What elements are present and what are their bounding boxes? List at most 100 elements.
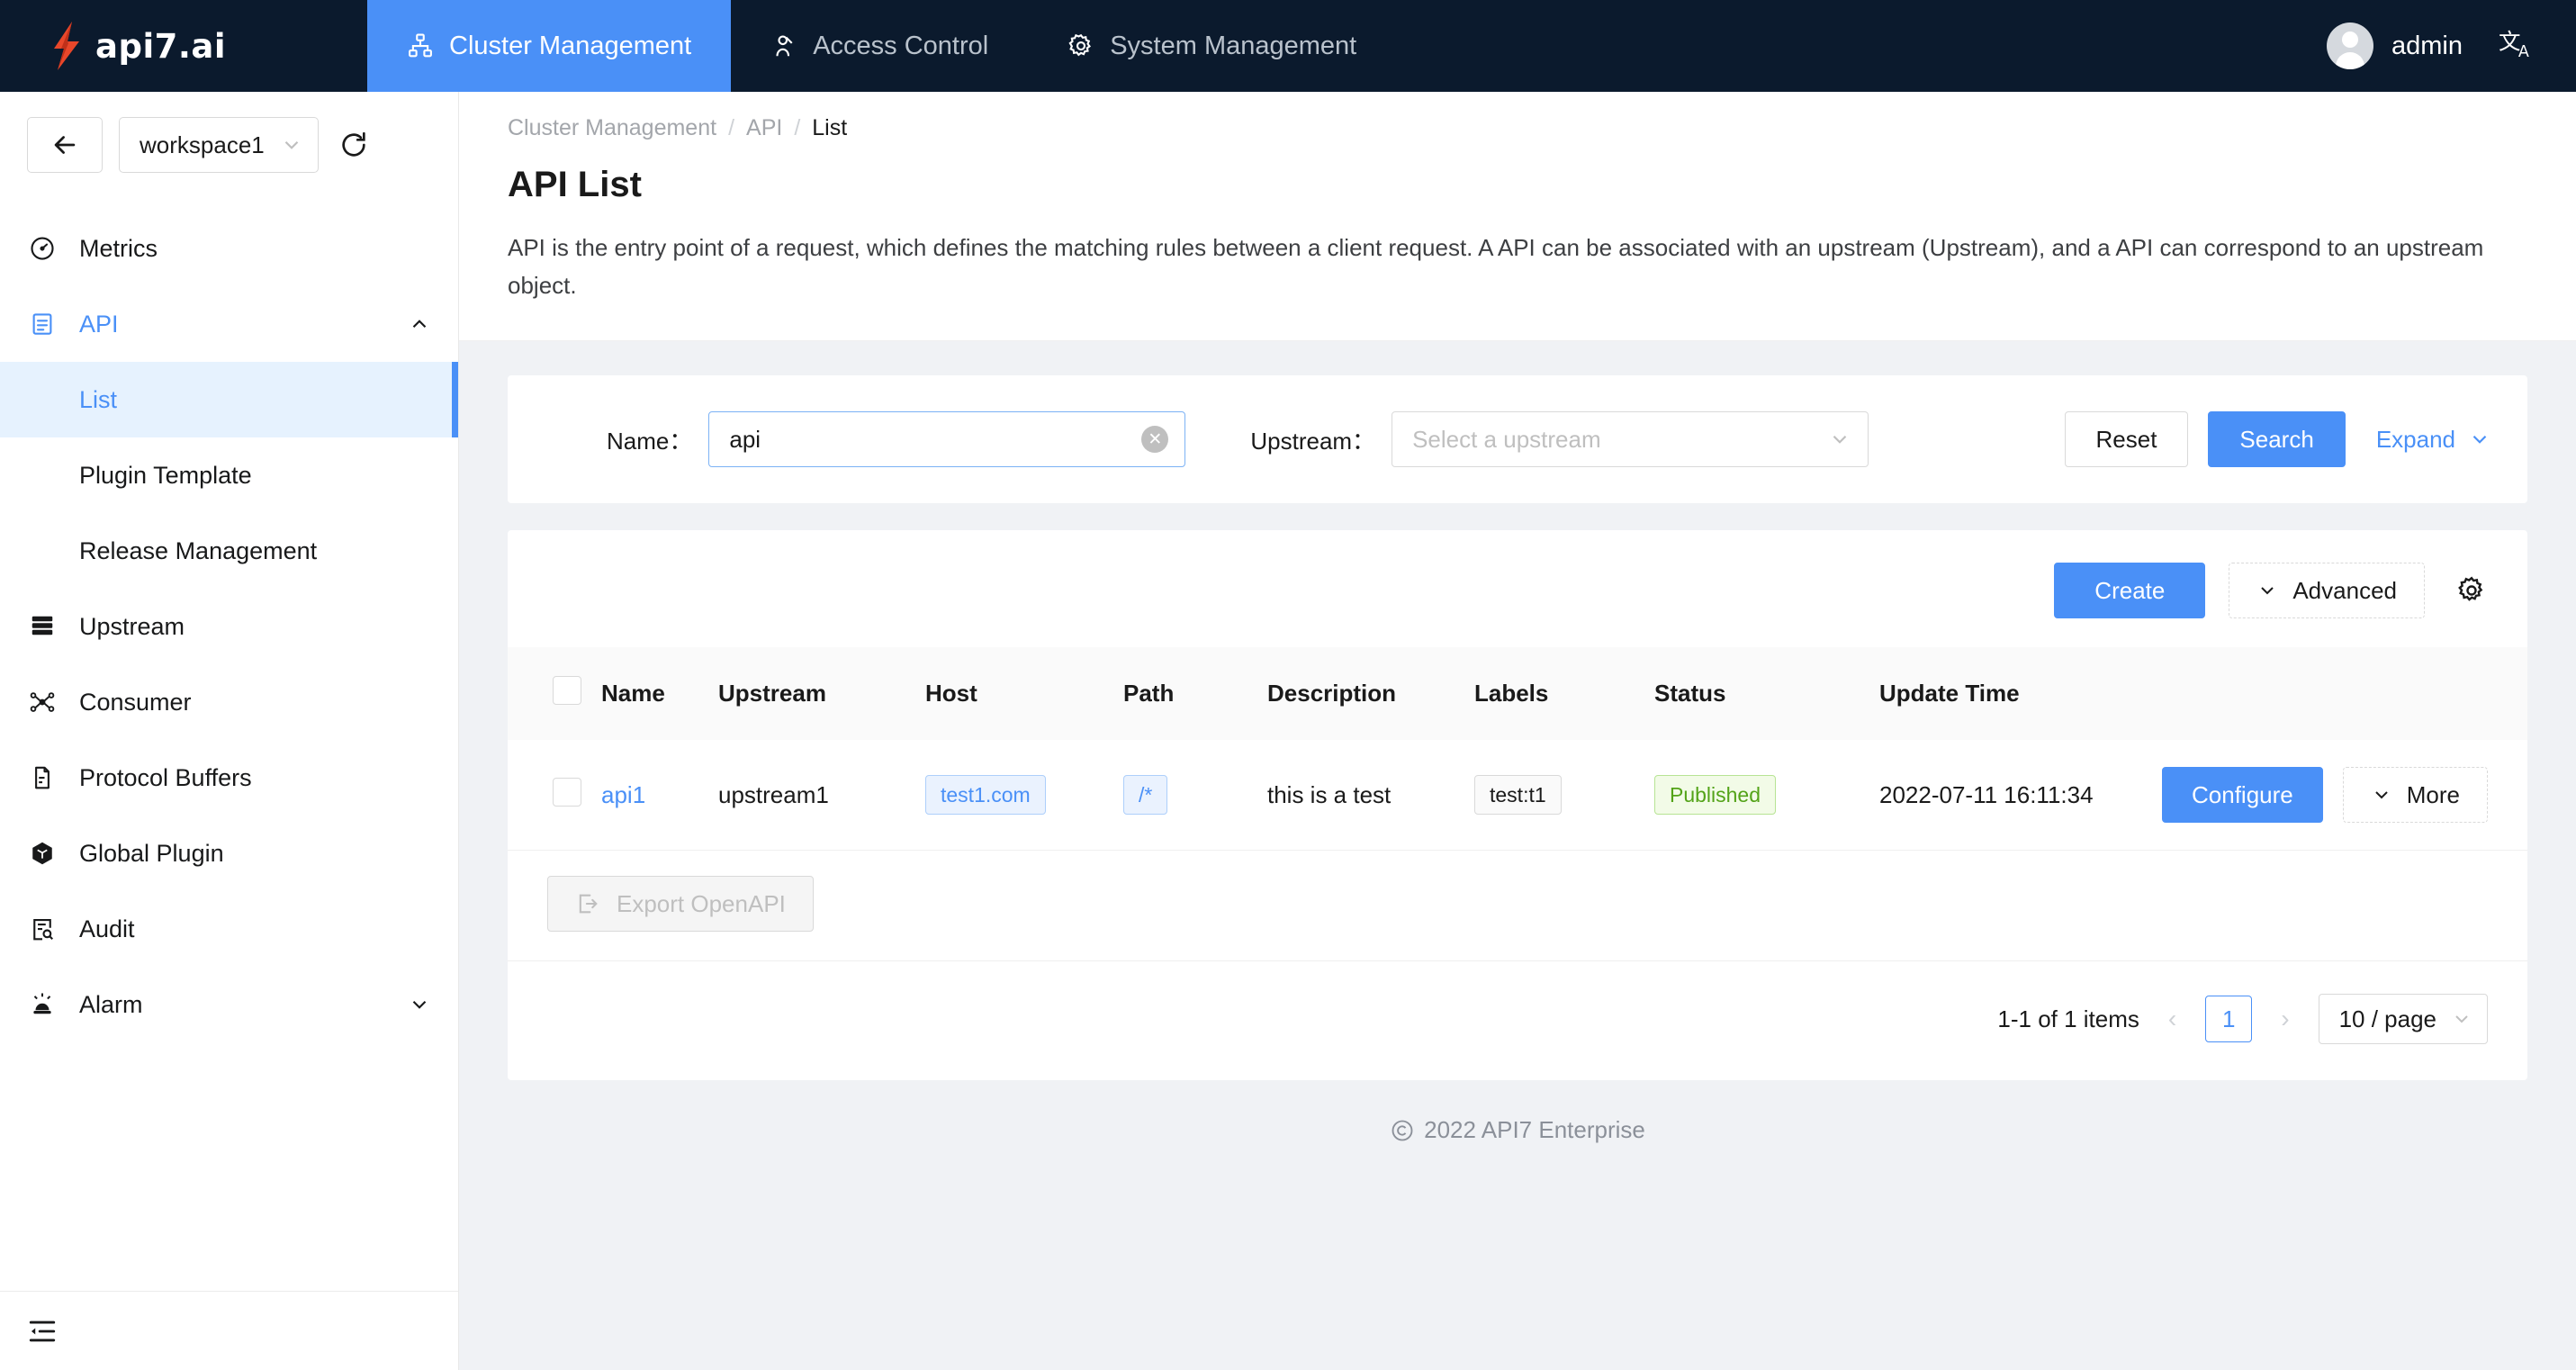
- nav-label-cluster-management: Cluster Management: [449, 31, 692, 60]
- name-filter-label: Name：: [607, 427, 693, 455]
- breadcrumb-item-api[interactable]: API: [746, 115, 782, 141]
- column-header-status[interactable]: Status: [1654, 647, 1879, 741]
- cell-upstream: upstream1: [718, 740, 925, 852]
- sidebar-item-plugin-template[interactable]: Plugin Template: [0, 437, 458, 513]
- configure-button[interactable]: Configure: [2162, 767, 2323, 824]
- filter-actions: Reset Search Expand: [2064, 411, 2528, 468]
- expand-filters-link[interactable]: Expand: [2376, 426, 2491, 454]
- brand-logo[interactable]: api7.ai: [0, 0, 367, 92]
- row-checkbox[interactable]: [553, 777, 581, 807]
- nav-item-system-management[interactable]: System Management: [1028, 0, 1396, 92]
- username-label: admin: [2391, 31, 2463, 60]
- refresh-button[interactable]: [335, 126, 373, 164]
- column-header-name[interactable]: Name: [601, 647, 718, 741]
- sidebar: workspace1 Metrics API List Plugin Templ…: [0, 92, 459, 1370]
- export-openapi-button[interactable]: Export OpenAPI: [547, 876, 814, 933]
- export-label: Export OpenAPI: [617, 889, 786, 917]
- page-number-1[interactable]: 1: [2205, 996, 2253, 1043]
- advanced-button[interactable]: Advanced: [2229, 563, 2425, 619]
- cube-icon: [27, 840, 58, 867]
- svg-text:A: A: [2518, 43, 2529, 61]
- name-search-input[interactable]: api ✕: [708, 411, 1186, 468]
- select-all-checkbox[interactable]: [553, 676, 581, 706]
- sidebar-label-audit: Audit: [79, 915, 135, 942]
- sidebar-item-alarm[interactable]: Alarm: [0, 967, 458, 1042]
- api-doc-icon: [27, 311, 58, 338]
- breadcrumb-separator: /: [794, 115, 801, 140]
- api-table: Name Upstream Host Path Description Labe…: [508, 647, 2527, 852]
- sidebar-label-alarm: Alarm: [79, 990, 143, 1018]
- copyright-icon: [1392, 1120, 1413, 1141]
- reset-button[interactable]: Reset: [2064, 411, 2189, 468]
- column-header-path[interactable]: Path: [1123, 647, 1267, 741]
- column-header-update-time[interactable]: Update Time: [1879, 647, 2119, 741]
- table-body: api1 upstream1 test1.com /* this is a te…: [508, 740, 2527, 852]
- chevron-down-icon: [284, 140, 299, 149]
- back-button[interactable]: [27, 117, 103, 173]
- column-header-host[interactable]: Host: [925, 647, 1123, 741]
- advanced-label: Advanced: [2292, 576, 2397, 604]
- column-header-labels[interactable]: Labels: [1474, 647, 1654, 741]
- sidebar-label-api: API: [79, 310, 119, 338]
- search-button[interactable]: Search: [2208, 411, 2346, 468]
- sidebar-label-upstream: Upstream: [79, 612, 185, 640]
- more-button[interactable]: More: [2342, 767, 2488, 824]
- breadcrumb-separator: /: [728, 115, 735, 140]
- sidebar-item-release-management[interactable]: Release Management: [0, 513, 458, 589]
- nodes-icon: [27, 689, 58, 716]
- pagination-summary: 1-1 of 1 items: [1997, 1005, 2139, 1032]
- api-name-link[interactable]: api1: [601, 781, 645, 808]
- export-icon: [579, 894, 598, 914]
- avatar: [2327, 23, 2373, 69]
- clear-circle-icon[interactable]: ✕: [1141, 426, 1169, 454]
- more-label: More: [2406, 780, 2460, 808]
- translate-icon[interactable]: 文 A: [2499, 25, 2536, 68]
- page-description: API is the entry point of a request, whi…: [508, 234, 2484, 300]
- page-size-select[interactable]: 10 / page: [2318, 994, 2488, 1045]
- column-header-description[interactable]: Description: [1267, 647, 1474, 741]
- name-filter-group: Name： api ✕: [607, 411, 1186, 468]
- sidebar-label-plugin-template: Plugin Template: [79, 461, 252, 489]
- main-content: Cluster Management / API / List API List…: [459, 92, 2576, 1370]
- nav-item-cluster-management[interactable]: Cluster Management: [367, 0, 732, 92]
- table-settings-button[interactable]: [2455, 574, 2488, 607]
- gear-icon: [1068, 33, 1092, 57]
- status-badge: Published: [1654, 775, 1777, 816]
- sidebar-item-global-plugin[interactable]: Global Plugin: [0, 816, 458, 891]
- topnav-right-section: admin 文 A: [2327, 0, 2576, 92]
- sidebar-item-api[interactable]: API: [0, 286, 458, 362]
- column-header-upstream[interactable]: Upstream: [718, 647, 925, 741]
- page-layout: workspace1 Metrics API List Plugin Templ…: [0, 92, 2576, 1370]
- upstream-select[interactable]: Select a upstream: [1392, 411, 1869, 468]
- sidebar-item-list[interactable]: List: [0, 362, 458, 437]
- chevron-left-icon[interactable]: ‹: [2163, 1005, 2182, 1033]
- cell-host: test1.com: [925, 740, 1123, 852]
- create-button[interactable]: Create: [2054, 563, 2206, 619]
- sidebar-label-list: List: [79, 385, 118, 413]
- sidebar-item-upstream[interactable]: Upstream: [0, 589, 458, 664]
- chevron-right-icon[interactable]: ›: [2275, 1005, 2294, 1033]
- copyright-text: 2022 API7 Enterprise: [1424, 1116, 1645, 1144]
- gear-icon: [2458, 576, 2483, 601]
- breadcrumb-item-cluster-management[interactable]: Cluster Management: [508, 115, 716, 141]
- sidebar-item-metrics[interactable]: Metrics: [0, 211, 458, 286]
- sidebar-menu: Metrics API List Plugin Template Release…: [0, 196, 458, 1042]
- sidebar-item-protocol-buffers[interactable]: Protocol Buffers: [0, 740, 458, 816]
- alarm-icon: [27, 991, 58, 1018]
- host-tag: test1.com: [925, 775, 1046, 816]
- page-title: API List: [508, 165, 642, 204]
- sidebar-item-consumer[interactable]: Consumer: [0, 664, 458, 740]
- workspace-selector-row: workspace1: [0, 92, 458, 196]
- dashboard-icon: [27, 235, 58, 262]
- select-all-header: [508, 647, 601, 741]
- brand-name: api7.ai: [95, 26, 227, 66]
- nav-item-access-control[interactable]: Access Control: [731, 0, 1028, 92]
- workspace-select[interactable]: workspace1: [119, 117, 319, 173]
- user-menu[interactable]: admin: [2327, 23, 2463, 69]
- file-icon: [27, 764, 58, 791]
- chevron-down-icon: [2472, 436, 2487, 445]
- translate-glyph-icon: 文 A: [2499, 28, 2529, 61]
- menu-fold-icon[interactable]: [27, 1316, 58, 1347]
- pagination: 1-1 of 1 items ‹ 1 › 10 / page: [508, 961, 2527, 1080]
- sidebar-item-audit[interactable]: Audit: [0, 891, 458, 967]
